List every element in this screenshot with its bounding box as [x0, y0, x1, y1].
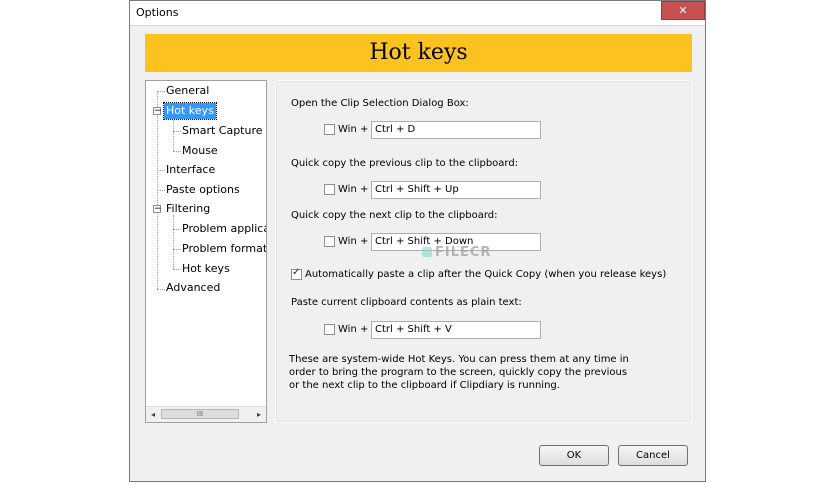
tree-item-paste-options[interactable]: Paste options [164, 182, 242, 198]
section-label-open-dialog: Open the Clip Selection Dialog Box: [291, 98, 469, 109]
ok-button[interactable]: OK [539, 445, 609, 466]
close-button[interactable]: ✕ [661, 1, 705, 20]
hotkey-input-paste-plain-text[interactable]: Ctrl + Shift + V [371, 321, 541, 339]
auto-paste-checkbox[interactable] [291, 267, 302, 280]
tree-item-filtering[interactable]: Filtering [164, 201, 212, 217]
tree-horizontal-scrollbar[interactable]: ◂ III ▸ [146, 406, 266, 422]
tree-item-mouse[interactable]: Mouse [180, 143, 220, 159]
win-label: Win + [338, 236, 369, 247]
close-icon: ✕ [678, 4, 688, 17]
tree-connector [173, 215, 174, 269]
win-checkbox-open-dialog[interactable] [324, 124, 335, 135]
tree-item-general[interactable]: General [164, 83, 211, 99]
title-bar[interactable]: Options ✕ [130, 1, 705, 26]
hotkey-input-quick-copy-previous[interactable]: Ctrl + Shift + Up [371, 181, 541, 199]
tree-item-hot-keys[interactable]: Hot keys [163, 102, 217, 120]
win-label: Win + [338, 324, 369, 335]
section-banner: Hot keys [145, 34, 692, 72]
tree-item-problem-applications[interactable]: Problem applications [180, 221, 266, 237]
scroll-left-icon[interactable]: ◂ [146, 407, 160, 422]
win-checkbox-quick-copy-previous[interactable] [324, 184, 335, 195]
scroll-thumb[interactable]: III [161, 409, 239, 419]
section-label-quick-copy-next: Quick copy the next clip to the clipboar… [291, 210, 498, 221]
win-label: Win + [338, 184, 369, 195]
collapse-filtering-icon[interactable]: − [153, 205, 162, 214]
hotkeys-note: These are system-wide Hot Keys. You can … [289, 354, 629, 391]
tree-item-advanced[interactable]: Advanced [164, 280, 222, 296]
options-tree[interactable]: − − General Hot keys Smart Capture Mouse… [145, 80, 267, 423]
collapse-hotkeys-icon[interactable]: − [153, 107, 162, 116]
win-label: Win + [338, 124, 369, 135]
tree-item-smart-capture[interactable]: Smart Capture [180, 123, 265, 139]
scroll-right-icon[interactable]: ▸ [252, 407, 266, 422]
options-window: Options ✕ Hot keys − − General Hot keys … [129, 0, 706, 482]
win-checkbox-paste-plain-text[interactable] [324, 324, 335, 335]
hotkey-input-open-dialog[interactable]: Ctrl + D [371, 121, 541, 139]
auto-paste-label[interactable]: Automatically paste a clip after the Qui… [305, 269, 666, 280]
watermark-text: FILECR [435, 245, 492, 260]
banner-title: Hot keys [369, 40, 468, 65]
section-label-quick-copy-previous: Quick copy the previous clip to the clip… [291, 158, 519, 169]
cancel-button[interactable]: Cancel [618, 445, 688, 466]
tree-item-interface[interactable]: Interface [164, 162, 217, 178]
tree-item-problem-formats[interactable]: Problem formats [180, 241, 266, 257]
win-checkbox-quick-copy-next[interactable] [324, 236, 335, 247]
watermark-logo-icon [422, 247, 432, 257]
tree-item-filtering-hot-keys[interactable]: Hot keys [180, 261, 232, 277]
tree-connector [173, 117, 174, 151]
section-label-paste-plain-text: Paste current clipboard contents as plai… [291, 297, 522, 308]
window-title: Options [136, 6, 179, 19]
